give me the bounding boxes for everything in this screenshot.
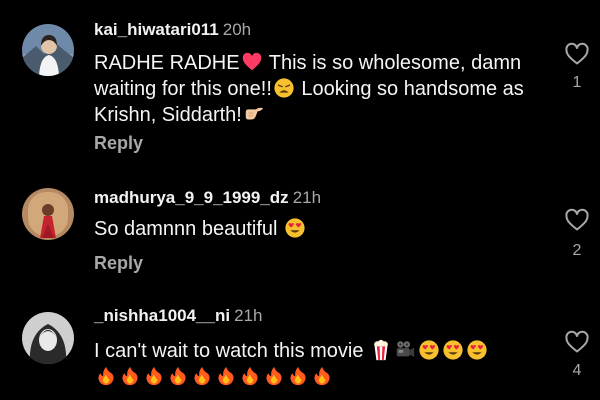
fire-emoji-icon	[167, 365, 189, 387]
comment-meta: _nishha1004__ni 21h	[94, 306, 262, 326]
heart-eyes-emoji-icon	[418, 339, 440, 361]
like-count: 1	[572, 74, 582, 91]
like-count: 2	[572, 242, 582, 259]
backhand-pointing-right-emoji-icon	[243, 103, 265, 125]
fire-emoji-icon	[215, 365, 237, 387]
reply-button[interactable]: Reply	[94, 253, 143, 274]
heart-eyes-emoji-icon	[466, 339, 488, 361]
username[interactable]: _nishha1004__ni	[94, 306, 230, 325]
fire-emoji-icon	[143, 365, 165, 387]
comment-meta: kai_hiwatari011 20h	[94, 20, 251, 40]
comment-text: I can't wait to watch this movie	[94, 338, 544, 390]
fire-emoji-icon	[95, 365, 117, 387]
fire-emoji-icon	[119, 365, 141, 387]
red-heart-emoji-icon	[241, 51, 263, 73]
fire-emoji-icon	[191, 365, 213, 387]
username[interactable]: kai_hiwatari011	[94, 20, 219, 39]
like-count: 4	[572, 362, 582, 379]
username[interactable]: madhurya_9_9_1999_dz	[94, 188, 289, 207]
comment-text: So damnnn beautiful	[94, 216, 544, 242]
timestamp: 20h	[222, 20, 252, 39]
fire-emoji-icon	[287, 365, 309, 387]
comment-text: RADHE RADHE This is so wholesome, damn w…	[94, 50, 544, 128]
fire-emoji-row	[94, 366, 334, 388]
avatar[interactable]	[22, 24, 74, 76]
comment-meta: madhurya_9_9_1999_dz 21h	[94, 188, 321, 208]
comment-text-part: I can't wait to watch this movie	[94, 340, 370, 362]
heart-eyes-emoji-icon	[284, 217, 306, 239]
movie-camera-emoji-icon	[394, 339, 416, 361]
heart-eyes-emoji-icon	[442, 339, 464, 361]
timestamp: 21h	[292, 188, 322, 207]
like-heart-icon[interactable]	[564, 208, 590, 232]
fire-emoji-icon	[263, 365, 285, 387]
comment-text-part: RADHE RADHE	[94, 52, 240, 74]
avatar[interactable]	[22, 188, 74, 240]
comment-text-part: So damnnn beautiful	[94, 218, 284, 240]
popcorn-emoji-icon	[370, 339, 392, 361]
reply-button[interactable]: Reply	[94, 133, 143, 154]
like-heart-icon[interactable]	[564, 42, 590, 66]
timestamp: 21h	[234, 306, 263, 325]
weary-face-emoji-icon	[273, 77, 295, 99]
avatar[interactable]	[22, 312, 74, 364]
fire-emoji-icon	[311, 365, 333, 387]
fire-emoji-icon	[239, 365, 261, 387]
like-heart-icon[interactable]	[564, 330, 590, 354]
